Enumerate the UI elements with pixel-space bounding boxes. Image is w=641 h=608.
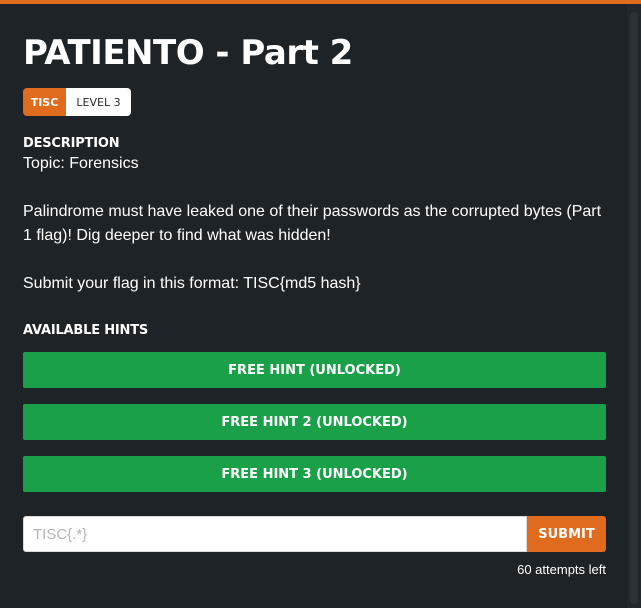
scrollbar-thumb[interactable] (630, 12, 638, 604)
hint-button-2[interactable]: FREE HINT 2 (UNLOCKED) (23, 404, 606, 440)
challenge-badges: TISC LEVEL 3 (23, 88, 606, 116)
modal-scrollbar[interactable] (627, 4, 641, 608)
hint-button-3[interactable]: FREE HINT 3 (UNLOCKED) (23, 456, 606, 492)
level-badge: LEVEL 3 (66, 88, 131, 116)
modal-content: PATIENTO - Part 2 TISC LEVEL 3 DESCRIPTI… (23, 30, 606, 577)
hint-button-1[interactable]: FREE HINT (UNLOCKED) (23, 352, 606, 388)
challenge-title: PATIENTO - Part 2 (23, 33, 353, 73)
attempts-remaining: 60 attempts left (517, 562, 606, 577)
description-body: Topic: Forensics Palindrome must have le… (23, 152, 606, 296)
description-heading: DESCRIPTION (23, 136, 120, 151)
description-topic: Topic: Forensics (23, 155, 139, 172)
challenge-modal: PATIENTO - Part 2 TISC LEVEL 3 DESCRIPTI… (0, 0, 641, 608)
flag-submit-form: SUBMIT (23, 516, 606, 552)
modal-accent-bar (0, 0, 641, 4)
flag-input[interactable] (23, 516, 527, 552)
hints-heading: AVAILABLE HINTS (23, 323, 149, 338)
description-text: Palindrome must have leaked one of their… (23, 203, 602, 244)
description-format: Submit your flag in this format: TISC{md… (23, 275, 361, 292)
submit-button[interactable]: SUBMIT (527, 516, 606, 552)
category-badge: TISC (23, 88, 66, 116)
